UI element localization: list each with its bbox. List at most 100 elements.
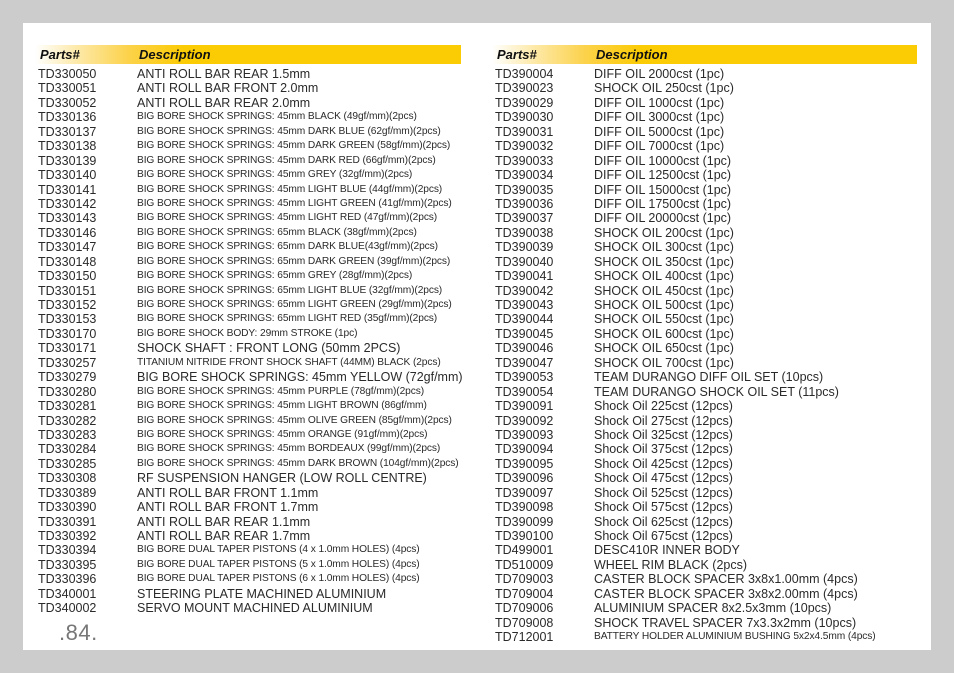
part-description: Shock Oil 575cst (12pcs) [594,500,733,515]
table-row: TD390043 SHOCK OIL 500cst (1pc) [492,298,917,312]
part-number: TD390096 [495,471,554,486]
part-description: BIG BORE DUAL TAPER PISTONS (6 x 1.0mm H… [137,573,420,585]
part-description: BIG BORE SHOCK SPRINGS: 45mm DARK BLUE (… [137,125,441,137]
parts-table-right: Parts# Description TD390004 DIFF OIL 2000… [492,45,917,645]
part-number: TD709003 [495,572,554,587]
table-row: TD390096 Shock Oil 475cst (12pcs) [492,471,917,485]
part-description: SHOCK OIL 300cst (1pc) [594,240,734,255]
table-row: TD330147 BIG BORE SHOCK SPRINGS: 65mm DAR… [35,240,461,254]
table-row: TD390041 SHOCK OIL 400cst (1pc) [492,269,917,283]
table-row: TD709003 CASTER BLOCK SPACER 3x8x1.00mm (… [492,572,917,586]
part-description: Shock Oil 525cst (12pcs) [594,485,733,500]
table-row: TD390095 Shock Oil 425cst (12pcs) [492,457,917,471]
part-number: TD390093 [495,427,554,442]
part-description: DIFF OIL 1000cst (1pc) [594,95,725,110]
table-row: TD330052 ANTI ROLL BAR REAR 2.0mm [35,96,461,110]
table-row: TD390029 DIFF OIL 1000cst (1pc) [492,96,917,110]
part-number: TD330142 [38,196,97,211]
table-row: TD390100 Shock Oil 675cst (12pcs) [492,529,917,543]
part-description: SHOCK TRAVEL SPACER 7x3.3x2mm (10pcs) [594,615,857,630]
part-description: ALUMINIUM SPACER 8x2.5x3mm (10pcs) [594,601,832,616]
part-description: BIG BORE SHOCK SPRINGS: 45mm LIGHT RED (… [137,212,438,224]
part-number: TD330280 [38,384,97,399]
table-row: TD330396 BIG BORE DUAL TAPER PISTONS (6 x… [35,572,461,586]
part-description: ANTI ROLL BAR REAR 2.0mm [137,95,311,110]
part-description: RF SUSPENSION HANGER (LOW ROLL CENTRE) [137,471,427,486]
part-number: TD330139 [38,153,97,168]
table-row: TD330142 BIG BORE SHOCK SPRINGS: 45mm LIG… [35,197,461,211]
table-row: TD390036 DIFF OIL 17500cst (1pc) [492,197,917,211]
part-number: TD390023 [495,81,554,96]
part-number: TD390053 [495,370,554,385]
table-row: TD499001 DESC410R INNER BODY [492,543,917,557]
table-header: Parts# Description [35,45,461,64]
part-description: STEERING PLATE MACHINED ALUMINIUM [137,586,387,601]
table-row: TD330282 BIG BORE SHOCK SPRINGS: 45mm OLI… [35,414,461,428]
part-number: TD390043 [495,298,554,312]
part-description: ANTI ROLL BAR FRONT 2.0mm [137,81,319,96]
part-number: TD709006 [495,601,554,616]
part-number: TD330137 [38,124,97,139]
table-row: TD390092 Shock Oil 275cst (12pcs) [492,414,917,428]
part-number: TD390034 [495,168,554,183]
part-number: TD390033 [495,153,554,168]
part-description: TEAM DURANGO SHOCK OIL SET (11pcs) [594,384,839,399]
part-number: TD330396 [38,572,97,587]
part-number: TD330153 [38,312,97,327]
part-description: BIG BORE SHOCK SPRINGS: 45mm LIGHT GREEN… [137,197,452,209]
table-row: TD330171 SHOCK SHAFT : FRONT LONG (50mm 2… [35,341,461,355]
table-row: TD330280 BIG BORE SHOCK SPRINGS: 45mm PUR… [35,385,461,399]
table-row: TD709006 ALUMINIUM SPACER 8x2.5x3mm (10pc… [492,601,917,615]
part-number: TD330285 [38,456,97,471]
part-description: Shock Oil 375cst (12pcs) [594,442,733,457]
part-description: Shock Oil 675cst (12pcs) [594,529,733,543]
part-description: BIG BORE SHOCK SPRINGS: 45mm ORANGE (91g… [137,428,428,440]
header-parts: Parts# [497,47,537,62]
part-description: BIG BORE SHOCK SPRINGS: 45mm BLACK (49gf… [137,111,417,123]
table-row: TD390035 DIFF OIL 15000cst (1pc) [492,183,917,197]
part-description: TEAM DURANGO DIFF OIL SET (10pcs) [594,370,824,385]
part-description: CASTER BLOCK SPACER 3x8x1.00mm (4pcs) [594,572,858,587]
part-description: CASTER BLOCK SPACER 3x8x2.00mm (4pcs) [594,586,858,601]
table-row: TD330308 RF SUSPENSION HANGER (LOW ROLL C… [35,471,461,485]
table-row: TD330138 BIG BORE SHOCK SPRINGS: 45mm DAR… [35,139,461,153]
table-body: TD330050 ANTI ROLL BAR REAR 1.5mm TD330051… [35,67,463,616]
part-number: TD390046 [495,341,554,356]
table-row: TD510009 WHEEL RIM BLACK (2pcs) [492,558,917,572]
part-number: TD390094 [495,442,554,457]
header-description: Description [139,47,211,62]
table-row: TD330281 BIG BORE SHOCK SPRINGS: 45mm LIG… [35,399,461,413]
part-number: TD340002 [38,601,97,616]
part-description: SHOCK OIL 450cst (1pc) [594,283,734,298]
part-number: TD712001 [495,630,554,645]
part-number: TD330394 [38,543,97,558]
part-number: TD390044 [495,312,554,327]
part-number: TD390042 [495,283,554,298]
part-description: BIG BORE SHOCK SPRINGS: 45mm GREY (32gf/… [137,169,413,181]
part-number: TD330391 [38,514,97,529]
part-description: DIFF OIL 2000cst (1pc) [594,67,725,81]
part-number: TD330138 [38,139,97,154]
table-row: TD330389 ANTI ROLL BAR FRONT 1.1mm [35,486,461,500]
part-description: DIFF OIL 5000cst (1pc) [594,124,725,139]
table-row: TD390046 SHOCK OIL 650cst (1pc) [492,341,917,355]
table-row: TD709004 CASTER BLOCK SPACER 3x8x2.00mm (… [492,587,917,601]
table-row: TD330050 ANTI ROLL BAR REAR 1.5mm [35,67,461,81]
part-number: TD330140 [38,168,97,183]
part-number: TD330146 [38,225,97,240]
part-description: BIG BORE DUAL TAPER PISTONS (4 x 1.0mm H… [137,544,420,556]
part-description: BIG BORE SHOCK SPRINGS: 65mm LIGHT BLUE … [137,284,443,296]
page-number: .84. [59,620,98,645]
part-description: ANTI ROLL BAR FRONT 1.1mm [137,485,319,500]
part-description: BIG BORE SHOCK SPRINGS: 65mm GREY (28gf/… [137,270,413,282]
part-description: Shock Oil 325cst (12pcs) [594,427,733,442]
part-description: BIG BORE SHOCK SPRINGS: 45mm DARK RED (6… [137,154,436,166]
part-number: TD330051 [38,81,97,96]
table-row: TD330392 ANTI ROLL BAR REAR 1.7mm [35,529,461,543]
part-number: TD330389 [38,485,97,500]
table-row: TD390004 DIFF OIL 2000cst (1pc) [492,67,917,81]
part-number: TD510009 [495,557,554,572]
part-description: BIG BORE SHOCK SPRINGS: 65mm DARK BLUE(4… [137,241,438,253]
table-row: TD330150 BIG BORE SHOCK SPRINGS: 65mm GRE… [35,269,461,283]
table-row: TD390038 SHOCK OIL 200cst (1pc) [492,226,917,240]
